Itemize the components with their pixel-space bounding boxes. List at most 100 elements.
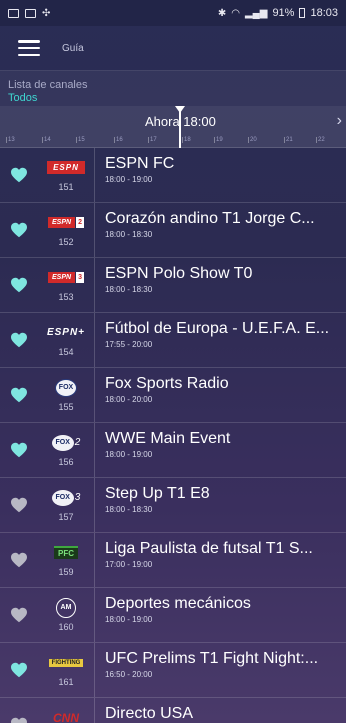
program-time: 18:00 - 19:00 (105, 450, 153, 459)
favorite-heart-icon[interactable] (0, 533, 38, 587)
favorite-heart-icon[interactable] (0, 203, 38, 257)
timeline-tick: 22 (316, 137, 325, 143)
channel-logo-text: FIGHTING (48, 658, 84, 667)
favorite-heart-icon[interactable] (0, 643, 38, 697)
program-title: ESPN Polo Show T0 (105, 265, 253, 282)
channel-cell[interactable]: FOX 2 156 (38, 423, 95, 477)
favorite-heart-icon[interactable] (0, 588, 38, 642)
favorite-heart-icon[interactable] (0, 368, 38, 422)
program-row[interactable]: FIGHTING 161 UFC Prelims T1 Fight Night:..… (0, 643, 346, 698)
channel-number: 157 (58, 511, 74, 522)
channel-logo-text: FOX (55, 378, 77, 397)
timeline-ticks: 13 14 15 16 17 18 19 20 21 22 (0, 133, 346, 143)
program-info[interactable]: Step Up T1 E8 18:00 - 18:30 (95, 478, 346, 532)
channel-cell[interactable]: ESPN 2 152 (38, 203, 95, 257)
program-row[interactable]: FOX 3 157 Step Up T1 E8 18:00 - 18:30 (0, 478, 346, 533)
channel-logo: ESPN+ (47, 324, 85, 342)
channel-cell[interactable]: CNN162 (38, 698, 95, 723)
menu-icon[interactable] (18, 40, 40, 56)
program-info[interactable]: Liga Paulista de futsal T1 S... 17:00 - 1… (95, 533, 346, 587)
program-row[interactable]: PFC 159 Liga Paulista de futsal T1 S... 17:… (0, 533, 346, 588)
channel-cell[interactable]: FIGHTING 161 (38, 643, 95, 697)
channel-logo-text: FOX (51, 489, 74, 506)
program-title: ESPN FC (105, 155, 175, 172)
signal-icon: ▂▄▆ (244, 7, 268, 19)
channel-list-value: Todos (8, 92, 38, 104)
program-time: 18:00 - 20:00 (105, 395, 153, 404)
channel-number: 159 (58, 566, 74, 577)
program-row[interactable]: ESPN 151 ESPN FC 18:00 - 19:00 (0, 148, 346, 203)
app-bar: Guía (0, 26, 346, 70)
gallery-notification-icon (8, 8, 19, 18)
favorite-heart-icon[interactable] (0, 313, 38, 367)
favorite-heart-icon[interactable] (0, 258, 38, 312)
channel-logo: ESPN (47, 159, 85, 177)
program-info[interactable]: UFC Prelims T1 Fight Night:... 16:50 - 20… (95, 643, 346, 697)
program-row[interactable]: ESPN 3 153 ESPN Polo Show T0 18:00 - 18:30 (0, 258, 346, 313)
channel-cell[interactable]: ESPN+ 154 (38, 313, 95, 367)
program-info[interactable]: ESPN FC 18:00 - 19:00 (95, 148, 346, 202)
favorite-heart-icon[interactable] (0, 698, 38, 723)
timeline-tick: 16 (114, 137, 123, 143)
channel-cell[interactable]: FOX 155 (38, 368, 95, 422)
bluetooth-icon: ✱ (217, 7, 227, 19)
channel-logo-text: ESPN+ (46, 327, 86, 338)
program-info[interactable]: Directo USA (95, 698, 346, 723)
program-info[interactable]: Corazón andino T1 Jorge C... 18:00 - 18:3… (95, 203, 346, 257)
channel-logo-number: 2 (76, 217, 84, 228)
channel-number: 160 (58, 621, 74, 632)
timeline[interactable]: Ahora 18:00 › 13 14 15 16 17 18 19 20 21 22 (0, 106, 346, 148)
timeline-tick: 13 (6, 137, 15, 143)
channel-cell[interactable]: PFC 159 (38, 533, 95, 587)
timeline-tick: 17 (148, 137, 157, 143)
program-row[interactable]: FOX 155 Fox Sports Radio 18:00 - 20:00 (0, 368, 346, 423)
page-title: Guía (62, 42, 84, 54)
program-info[interactable]: ESPN Polo Show T0 18:00 - 18:30 (95, 258, 346, 312)
program-title: Corazón andino T1 Jorge C... (105, 210, 315, 227)
program-info[interactable]: Fox Sports Radio 18:00 - 20:00 (95, 368, 346, 422)
program-time: 17:55 - 20:00 (105, 340, 153, 349)
program-info[interactable]: Deportes mecánicos 18:00 - 19:00 (95, 588, 346, 642)
timeline-tick: 14 (42, 137, 51, 143)
program-time: 18:00 - 18:30 (105, 505, 153, 514)
channel-logo-number: 2 (74, 437, 81, 448)
channel-cell[interactable]: AM 160 (38, 588, 95, 642)
program-title: Deportes mecánicos (105, 595, 251, 612)
program-title: Fútbol de Europa - U.E.F.A. E... (105, 320, 330, 337)
status-bar: ✣ ✱ ◠ ▂▄▆ 91% 18:03 (0, 0, 346, 26)
chevron-right-icon[interactable]: › (337, 112, 342, 130)
program-info[interactable]: WWE Main Event 18:00 - 19:00 (95, 423, 346, 477)
program-row[interactable]: CNN162 Directo USA (0, 698, 346, 723)
wifi-icon: ◠ (231, 7, 240, 19)
channel-number: 153 (58, 291, 74, 302)
favorite-heart-icon[interactable] (0, 478, 38, 532)
favorite-heart-icon[interactable] (0, 423, 38, 477)
program-row[interactable]: ESPN+ 154 Fútbol de Europa - U.E.F.A. E...… (0, 313, 346, 368)
battery-level: 91% (272, 7, 295, 19)
favorite-heart-icon[interactable] (0, 148, 38, 202)
channel-logo-text: ESPN (48, 272, 76, 283)
program-row[interactable]: FOX 2 156 WWE Main Event 18:00 - 19:00 (0, 423, 346, 478)
channel-list-selector[interactable]: Lista de canales Todos (0, 70, 346, 106)
program-info[interactable]: Fútbol de Europa - U.E.F.A. E... 17:55 - … (95, 313, 346, 367)
program-list: ESPN 151 ESPN FC 18:00 - 19:00 ESPN 2 152 Coraz… (0, 148, 346, 723)
timeline-tick: 18 (182, 137, 191, 143)
channel-logo-text: PFC (54, 546, 78, 559)
apps-notification-icon: ✣ (42, 7, 51, 19)
program-title: Directo USA (105, 705, 194, 722)
channel-logo-text: ESPN (47, 161, 85, 174)
channel-cell[interactable]: ESPN 3 153 (38, 258, 95, 312)
channel-logo: FOX 2 (51, 434, 81, 452)
channel-number: 152 (58, 236, 74, 247)
channel-cell[interactable]: ESPN 151 (38, 148, 95, 202)
status-notifications: ✣ (8, 8, 50, 19)
channel-list-label: Lista de canales (8, 79, 88, 91)
channel-cell[interactable]: FOX 3 157 (38, 478, 95, 532)
channel-number: 155 (58, 401, 74, 412)
program-time: 16:50 - 20:00 (105, 670, 153, 679)
program-title: Liga Paulista de futsal T1 S... (105, 540, 313, 557)
program-row[interactable]: AM 160 Deportes mecánicos 18:00 - 19:00 (0, 588, 346, 643)
program-row[interactable]: ESPN 2 152 Corazón andino T1 Jorge C... 18:0… (0, 203, 346, 258)
program-title: UFC Prelims T1 Fight Night:... (105, 650, 319, 667)
program-time: 18:00 - 18:30 (105, 285, 153, 294)
